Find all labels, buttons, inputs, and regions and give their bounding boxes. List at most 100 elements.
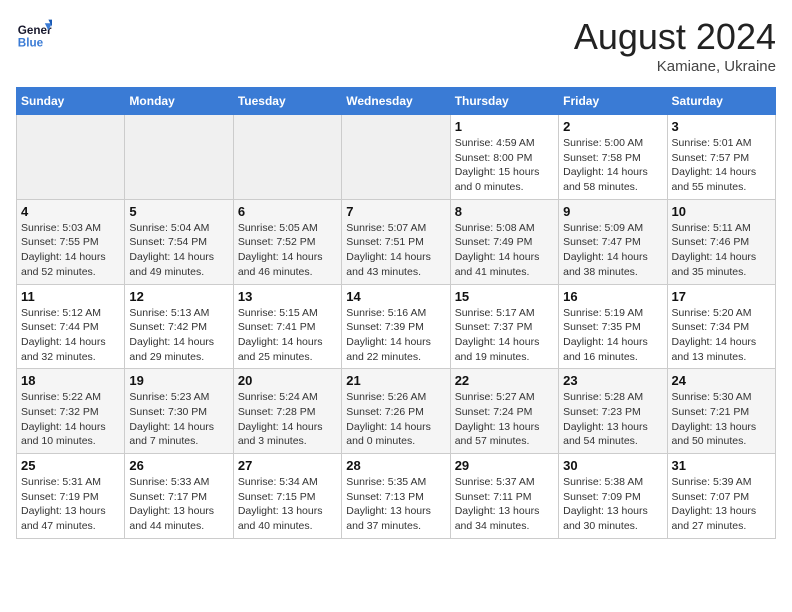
day-number: 28 [346,458,445,473]
calendar-week-row: 4 Sunrise: 5:03 AMSunset: 7:55 PMDaylight… [17,199,776,284]
day-info: Sunrise: 5:00 AMSunset: 7:58 PMDaylight:… [563,136,662,195]
calendar-cell: 3 Sunrise: 5:01 AMSunset: 7:57 PMDaylight… [667,115,775,200]
day-number: 27 [238,458,337,473]
day-info: Sunrise: 5:37 AMSunset: 7:11 PMDaylight:… [455,475,554,534]
day-number: 8 [455,204,554,219]
calendar-cell: 9 Sunrise: 5:09 AMSunset: 7:47 PMDaylight… [559,199,667,284]
weekday-header-tuesday: Tuesday [233,88,341,115]
day-info: Sunrise: 5:24 AMSunset: 7:28 PMDaylight:… [238,390,337,449]
calendar-cell: 25Sunrise: 5:31 AMSunset: 7:19 PMDayligh… [17,454,125,539]
calendar-table: SundayMondayTuesdayWednesdayThursdayFrid… [16,87,776,539]
day-number: 5 [129,204,228,219]
day-number: 30 [563,458,662,473]
page-header: General Blue August 2024 Kamiane, Ukrain… [16,16,776,75]
day-info: Sunrise: 5:33 AMSunset: 7:17 PMDaylight:… [129,475,228,534]
svg-text:Blue: Blue [18,37,44,50]
calendar-cell: 12Sunrise: 5:13 AMSunset: 7:42 PMDayligh… [125,284,233,369]
day-info: Sunrise: 5:38 AMSunset: 7:09 PMDaylight:… [563,475,662,534]
day-number: 15 [455,289,554,304]
month-year-title: August 2024 [574,16,776,58]
calendar-cell: 31 Sunrise: 5:39 AMSunset: 7:07 PMDayligh… [667,454,775,539]
calendar-cell: 19 Sunrise: 5:23 AMSunset: 7:30 PMDayligh… [125,369,233,454]
calendar-week-row: 11 Sunrise: 5:12 AMSunset: 7:44 PMDayligh… [17,284,776,369]
day-number: 10 [672,204,771,219]
calendar-cell: 18 Sunrise: 5:22 AMSunset: 7:32 PMDayligh… [17,369,125,454]
day-info: Sunrise: 5:27 AMSunset: 7:24 PMDaylight:… [455,390,554,449]
weekday-header-wednesday: Wednesday [342,88,450,115]
day-info: Sunrise: 4:59 AMSunset: 8:00 PMDaylight:… [455,136,554,195]
day-number: 3 [672,119,771,134]
calendar-cell: 30 Sunrise: 5:38 AMSunset: 7:09 PMDayligh… [559,454,667,539]
day-number: 12 [129,289,228,304]
day-number: 31 [672,458,771,473]
day-info: Sunrise: 5:04 AMSunset: 7:54 PMDaylight:… [129,221,228,280]
calendar-cell: 15 Sunrise: 5:17 AMSunset: 7:37 PMDayligh… [450,284,558,369]
calendar-cell [125,115,233,200]
day-info: Sunrise: 5:23 AMSunset: 7:30 PMDaylight:… [129,390,228,449]
weekday-header-sunday: Sunday [17,88,125,115]
calendar-cell: 26 Sunrise: 5:33 AMSunset: 7:17 PMDayligh… [125,454,233,539]
calendar-cell [17,115,125,200]
day-info: Sunrise: 5:39 AMSunset: 7:07 PMDaylight:… [672,475,771,534]
weekday-header-monday: Monday [125,88,233,115]
calendar-week-row: 18 Sunrise: 5:22 AMSunset: 7:32 PMDayligh… [17,369,776,454]
calendar-cell: 27 Sunrise: 5:34 AMSunset: 7:15 PMDayligh… [233,454,341,539]
calendar-cell: 29Sunrise: 5:37 AMSunset: 7:11 PMDayligh… [450,454,558,539]
day-number: 18 [21,373,120,388]
day-number: 25 [21,458,120,473]
calendar-cell: 6 Sunrise: 5:05 AMSunset: 7:52 PMDaylight… [233,199,341,284]
day-number: 19 [129,373,228,388]
day-info: Sunrise: 5:03 AMSunset: 7:55 PMDaylight:… [21,221,120,280]
day-info: Sunrise: 5:20 AMSunset: 7:34 PMDaylight:… [672,306,771,365]
day-info: Sunrise: 5:05 AMSunset: 7:52 PMDaylight:… [238,221,337,280]
day-info: Sunrise: 5:35 AMSunset: 7:13 PMDaylight:… [346,475,445,534]
day-info: Sunrise: 5:01 AMSunset: 7:57 PMDaylight:… [672,136,771,195]
day-number: 16 [563,289,662,304]
day-info: Sunrise: 5:30 AMSunset: 7:21 PMDaylight:… [672,390,771,449]
day-number: 11 [21,289,120,304]
day-info: Sunrise: 5:28 AMSunset: 7:23 PMDaylight:… [563,390,662,449]
logo-icon: General Blue [16,16,52,52]
day-info: Sunrise: 5:15 AMSunset: 7:41 PMDaylight:… [238,306,337,365]
day-number: 22 [455,373,554,388]
day-info: Sunrise: 5:26 AMSunset: 7:26 PMDaylight:… [346,390,445,449]
day-number: 23 [563,373,662,388]
day-number: 4 [21,204,120,219]
logo: General Blue [16,16,52,52]
day-number: 24 [672,373,771,388]
day-info: Sunrise: 5:22 AMSunset: 7:32 PMDaylight:… [21,390,120,449]
calendar-cell: 22 Sunrise: 5:27 AMSunset: 7:24 PMDayligh… [450,369,558,454]
calendar-cell: 24 Sunrise: 5:30 AMSunset: 7:21 PMDayligh… [667,369,775,454]
day-info: Sunrise: 5:08 AMSunset: 7:49 PMDaylight:… [455,221,554,280]
day-number: 7 [346,204,445,219]
day-info: Sunrise: 5:16 AMSunset: 7:39 PMDaylight:… [346,306,445,365]
calendar-cell: 11 Sunrise: 5:12 AMSunset: 7:44 PMDayligh… [17,284,125,369]
day-info: Sunrise: 5:34 AMSunset: 7:15 PMDaylight:… [238,475,337,534]
day-number: 21 [346,373,445,388]
location-subtitle: Kamiane, Ukraine [574,58,776,75]
day-number: 9 [563,204,662,219]
calendar-cell: 20 Sunrise: 5:24 AMSunset: 7:28 PMDayligh… [233,369,341,454]
calendar-cell: 14Sunrise: 5:16 AMSunset: 7:39 PMDayligh… [342,284,450,369]
calendar-cell: 5 Sunrise: 5:04 AMSunset: 7:54 PMDaylight… [125,199,233,284]
calendar-cell: 17 Sunrise: 5:20 AMSunset: 7:34 PMDayligh… [667,284,775,369]
day-number: 1 [455,119,554,134]
calendar-cell: 2Sunrise: 5:00 AMSunset: 7:58 PMDaylight… [559,115,667,200]
calendar-cell [233,115,341,200]
weekday-header-row: SundayMondayTuesdayWednesdayThursdayFrid… [17,88,776,115]
calendar-cell: 13 Sunrise: 5:15 AMSunset: 7:41 PMDayligh… [233,284,341,369]
day-number: 26 [129,458,228,473]
title-block: August 2024 Kamiane, Ukraine [574,16,776,75]
day-number: 20 [238,373,337,388]
weekday-header-friday: Friday [559,88,667,115]
day-number: 6 [238,204,337,219]
day-info: Sunrise: 5:12 AMSunset: 7:44 PMDaylight:… [21,306,120,365]
day-info: Sunrise: 5:17 AMSunset: 7:37 PMDaylight:… [455,306,554,365]
calendar-cell: 28 Sunrise: 5:35 AMSunset: 7:13 PMDayligh… [342,454,450,539]
day-number: 17 [672,289,771,304]
day-number: 13 [238,289,337,304]
day-info: Sunrise: 5:07 AMSunset: 7:51 PMDaylight:… [346,221,445,280]
calendar-cell: 4 Sunrise: 5:03 AMSunset: 7:55 PMDaylight… [17,199,125,284]
calendar-cell: 1 Sunrise: 4:59 AMSunset: 8:00 PMDaylight… [450,115,558,200]
day-info: Sunrise: 5:09 AMSunset: 7:47 PMDaylight:… [563,221,662,280]
